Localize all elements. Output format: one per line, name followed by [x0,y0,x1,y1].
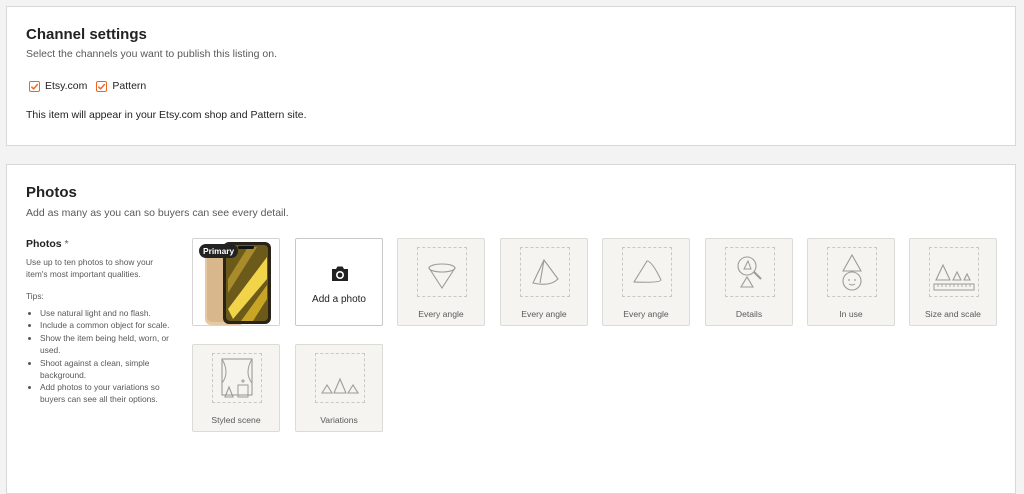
tips-label: Tips: [26,290,44,301]
checkmark-icon [30,83,39,90]
tip-item: Include a common object for scale. [40,320,172,332]
magnifier-cone-icon [737,256,762,288]
cones-ruler-icon [933,263,975,291]
required-mark: * [64,238,69,250]
slot-label: Every angle [521,309,567,319]
slot-label: In use [839,309,863,319]
cone-tilted-icon [532,258,559,285]
primary-photo-tile[interactable]: Primary [192,238,280,326]
slot-label: Every angle [623,309,669,319]
photos-help-text: Use up to ten photos to show your item's… [26,257,154,279]
slot-label: Size and scale [925,309,981,319]
etsy-checkbox-label[interactable]: Etsy.com [45,80,87,92]
checkmark-icon [98,83,106,90]
photo-slot-details[interactable]: Details [705,238,793,326]
cone-side-icon [633,260,662,283]
channel-options: Etsy.com Pattern [29,80,155,92]
camera-icon [332,266,348,281]
photo-slot-variations[interactable]: Variations [295,344,383,432]
photos-subtitle: Add as many as you can so buyers can see… [26,207,289,219]
add-photo-label: Add a photo [312,294,366,305]
slot-label: Details [735,309,763,319]
add-photo-button[interactable]: Add a photo [295,238,383,326]
photo-slot-in-use[interactable]: In use [807,238,895,326]
photos-field-label-text: Photos [26,238,62,250]
etsy-checkbox[interactable] [29,80,40,92]
photo-slot-size-and-scale[interactable]: Size and scale [909,238,997,326]
channel-settings-subtitle: Select the channels you want to publish … [26,48,277,60]
photo-slot-styled-scene[interactable]: Styled scene [192,344,280,432]
photo-slot-every-angle[interactable]: Every angle [602,238,690,326]
window-scene-icon [221,358,253,398]
slot-label: Styled scene [211,415,261,425]
photos-field-label: Photos * [26,238,172,250]
photo-slot-every-angle[interactable]: Every angle [500,238,588,326]
channel-note: This item will appear in your Etsy.com s… [26,109,307,121]
pattern-checkbox-label[interactable]: Pattern [112,80,146,92]
photos-help-column: Photos * Use up to ten photos to show yo… [26,238,172,407]
tip-item: Add photos to your variations so buyers … [40,382,172,406]
slot-label: Every angle [418,309,464,319]
photos-title: Photos [26,184,77,201]
cone-variations-icon [321,377,359,394]
channel-settings-panel: Channel settings Select the channels you… [6,6,1016,146]
cone-icon [428,263,456,290]
slot-label: Variations [320,415,358,425]
tips-list: Use natural light and no flash. Include … [26,308,172,406]
pattern-checkbox[interactable] [96,80,108,92]
tip-item: Shoot against a clean, simple background… [40,358,172,382]
channel-settings-title: Channel settings [26,26,147,43]
tip-item: Use natural light and no flash. [40,308,172,320]
photos-panel: Photos Add as many as you can so buyers … [6,164,1016,494]
tip-item: Show the item being held, worn, or used. [40,333,172,357]
photo-slot-every-angle[interactable]: Every angle [397,238,485,326]
cone-character-icon [842,253,862,291]
primary-badge: Primary [199,244,239,258]
